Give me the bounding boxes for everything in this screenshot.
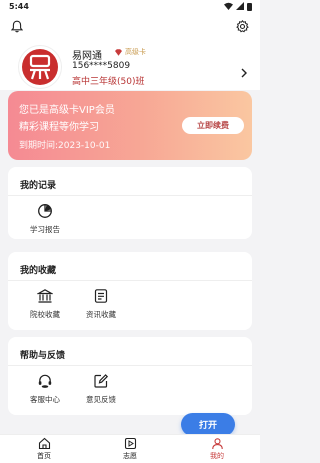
feedback-item[interactable]: 意见反馈 <box>76 373 126 405</box>
logo-icon <box>22 49 58 85</box>
renew-button[interactable]: 立即续费 <box>182 117 244 134</box>
study-report-label: 学习报告 <box>30 225 60 234</box>
help-card: 帮助与反馈 客服中心 意见反馈 <box>8 337 252 415</box>
tab-volunteer[interactable]: 志愿 <box>105 437 155 461</box>
records-title: 我的记录 <box>20 181 57 191</box>
user-class: 高中三年级(50)班 <box>72 77 145 87</box>
divider <box>8 280 252 281</box>
divider <box>8 365 252 366</box>
tab-profile-label: 我的 <box>210 452 224 460</box>
avatar[interactable] <box>18 45 62 89</box>
status-icons <box>224 2 252 12</box>
user-phone: 156****5809 <box>72 61 131 71</box>
tab-home-label: 首页 <box>37 452 51 460</box>
status-time: 5:44 <box>9 2 29 11</box>
tab-volunteer-label: 志愿 <box>123 452 137 460</box>
customer-service-item[interactable]: 客服中心 <box>20 373 70 405</box>
vip-expire-date: 到期时间:2023-10-01 <box>19 141 111 151</box>
volunteer-icon <box>124 437 136 450</box>
news-icon <box>94 289 108 303</box>
signal-icon <box>236 2 244 12</box>
vip-badge: 高级卡 <box>114 47 146 57</box>
records-card: 我的记录 学习报告 <box>8 167 252 239</box>
vip-subtitle: 精彩课程等你学习 <box>19 122 99 133</box>
school-favorites-item[interactable]: 院校收藏 <box>20 288 70 320</box>
vip-card[interactable]: 您已是高级卡VIP会员 精彩课程等你学习 到期时间:2023-10-01 立即续… <box>8 91 252 160</box>
news-favorites-label: 资讯收藏 <box>86 310 116 319</box>
edit-icon <box>94 374 109 388</box>
pie-chart-icon <box>38 204 52 218</box>
wifi-icon <box>224 2 233 12</box>
tab-home[interactable]: 首页 <box>19 437 69 461</box>
feedback-label: 意见反馈 <box>86 395 116 404</box>
news-favorites-item[interactable]: 资讯收藏 <box>76 288 126 320</box>
customer-service-label: 客服中心 <box>30 395 60 404</box>
help-title: 帮助与反馈 <box>20 351 66 361</box>
user-name: 易网通 <box>72 51 102 62</box>
school-icon <box>37 289 53 303</box>
divider <box>8 195 252 196</box>
headset-icon <box>38 374 52 388</box>
open-button[interactable]: 打开 <box>181 413 235 436</box>
profile-header: 易网通 高级卡 156****5809 高中三年级(50)班 <box>0 14 260 90</box>
battery-icon <box>247 3 252 11</box>
diamond-icon <box>115 48 122 56</box>
school-favorites-label: 院校收藏 <box>30 310 60 319</box>
chevron-right-icon[interactable] <box>240 66 248 82</box>
status-bar: 5:44 <box>0 0 260 14</box>
bottom-tab-bar: 首页 志愿 我的 <box>0 434 260 463</box>
favorites-card: 我的收藏 院校收藏 资讯收藏 <box>8 252 252 330</box>
gear-icon[interactable] <box>236 18 249 33</box>
favorites-title: 我的收藏 <box>20 266 57 276</box>
study-report-item[interactable]: 学习报告 <box>20 203 70 235</box>
bell-icon[interactable] <box>10 18 24 33</box>
profile-icon <box>211 438 223 450</box>
vip-badge-label: 高级卡 <box>125 48 146 56</box>
tab-profile[interactable]: 我的 <box>192 437 242 461</box>
vip-title: 您已是高级卡VIP会员 <box>19 105 115 116</box>
home-icon <box>38 437 50 450</box>
